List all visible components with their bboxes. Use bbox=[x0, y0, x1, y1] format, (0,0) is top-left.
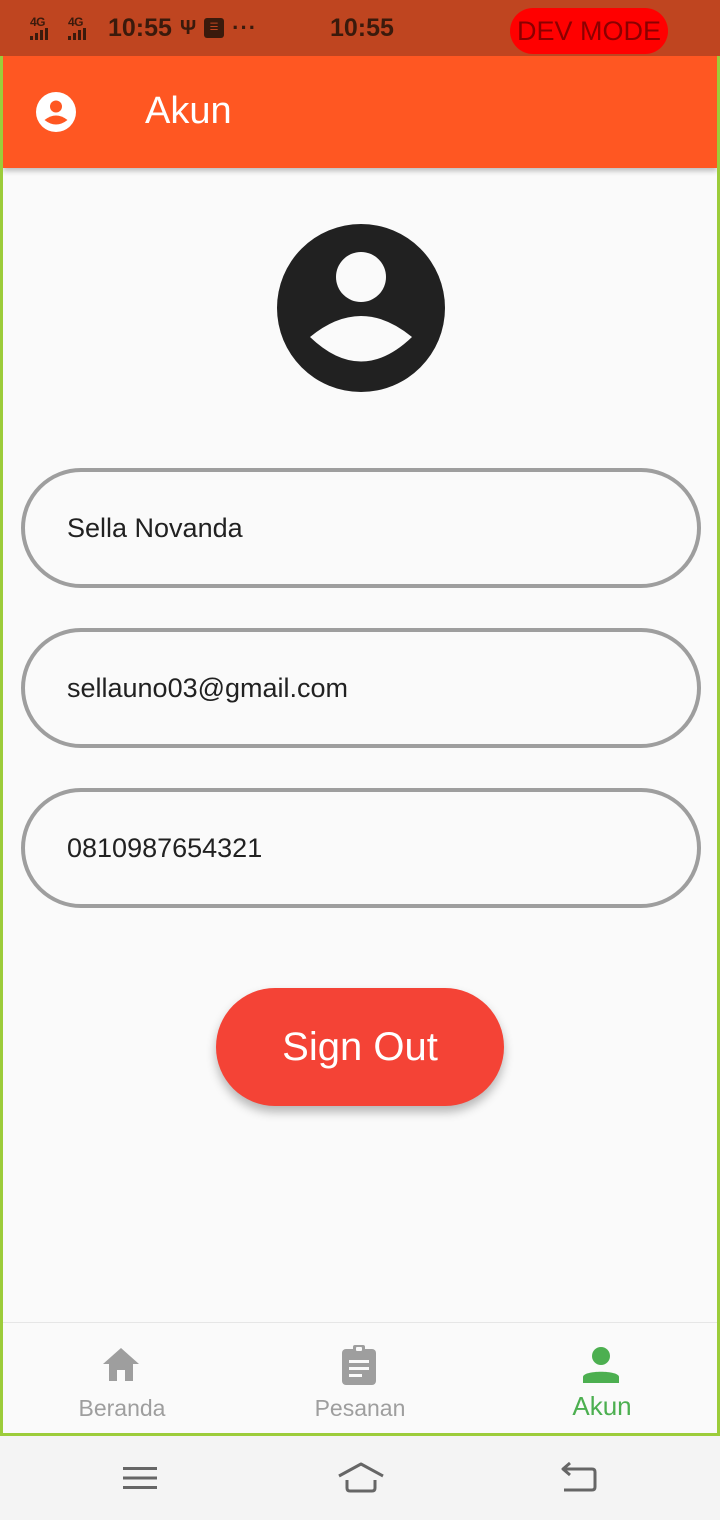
page-title: Akun bbox=[145, 90, 232, 132]
sign-out-button[interactable]: Sign Out bbox=[216, 988, 504, 1106]
network-type-1: 4G bbox=[30, 15, 46, 29]
system-navigation-bar bbox=[0, 1436, 720, 1520]
person-icon bbox=[583, 1347, 619, 1383]
signal-bars-icon bbox=[30, 28, 48, 40]
phone-input[interactable] bbox=[67, 832, 697, 864]
name-input[interactable] bbox=[67, 512, 697, 544]
bottom-navigation: Beranda Pesanan Akun bbox=[3, 1322, 717, 1433]
nav-label: Akun bbox=[572, 1391, 632, 1421]
assignment-icon bbox=[342, 1345, 376, 1385]
account-circle-icon bbox=[36, 92, 76, 132]
status-time: 10:55 bbox=[108, 13, 172, 42]
status-bar: 4G 4G 10:55 Ψ ☰ ··· 10:55 DEV MODE bbox=[0, 0, 720, 56]
home-nav-icon[interactable] bbox=[336, 1456, 386, 1500]
network-type-2: 4G bbox=[68, 15, 84, 29]
app-frame: Akun Sign Out Beranda bbox=[0, 56, 720, 1436]
nav-item-beranda[interactable]: Beranda bbox=[3, 1323, 241, 1433]
nav-item-akun[interactable]: Akun bbox=[483, 1323, 717, 1433]
nav-label: Beranda bbox=[78, 1395, 166, 1421]
status-left: 4G 4G 10:55 Ψ ☰ ··· bbox=[30, 12, 257, 44]
nav-item-pesanan[interactable]: Pesanan bbox=[241, 1323, 479, 1433]
nav-label: Pesanan bbox=[314, 1395, 406, 1421]
app-bar: Akun bbox=[3, 56, 717, 168]
phone-field[interactable] bbox=[21, 788, 701, 908]
home-icon bbox=[103, 1348, 139, 1381]
signal-2: 4G bbox=[68, 16, 98, 40]
signal-bars-icon bbox=[68, 28, 86, 40]
email-field[interactable] bbox=[21, 628, 701, 748]
back-icon[interactable] bbox=[556, 1456, 600, 1500]
profile-avatar-icon bbox=[277, 224, 445, 392]
usb-icon: Ψ bbox=[179, 16, 197, 39]
status-time-center: 10:55 bbox=[330, 14, 394, 42]
dev-mode-badge: DEV MODE bbox=[510, 8, 668, 54]
more-notifications-icon: ··· bbox=[232, 15, 258, 40]
email-input[interactable] bbox=[67, 672, 697, 704]
name-field[interactable] bbox=[21, 468, 701, 588]
notification-icon: ☰ bbox=[204, 18, 225, 38]
menu-icon[interactable] bbox=[118, 1456, 162, 1500]
signal-1: 4G bbox=[30, 16, 60, 40]
